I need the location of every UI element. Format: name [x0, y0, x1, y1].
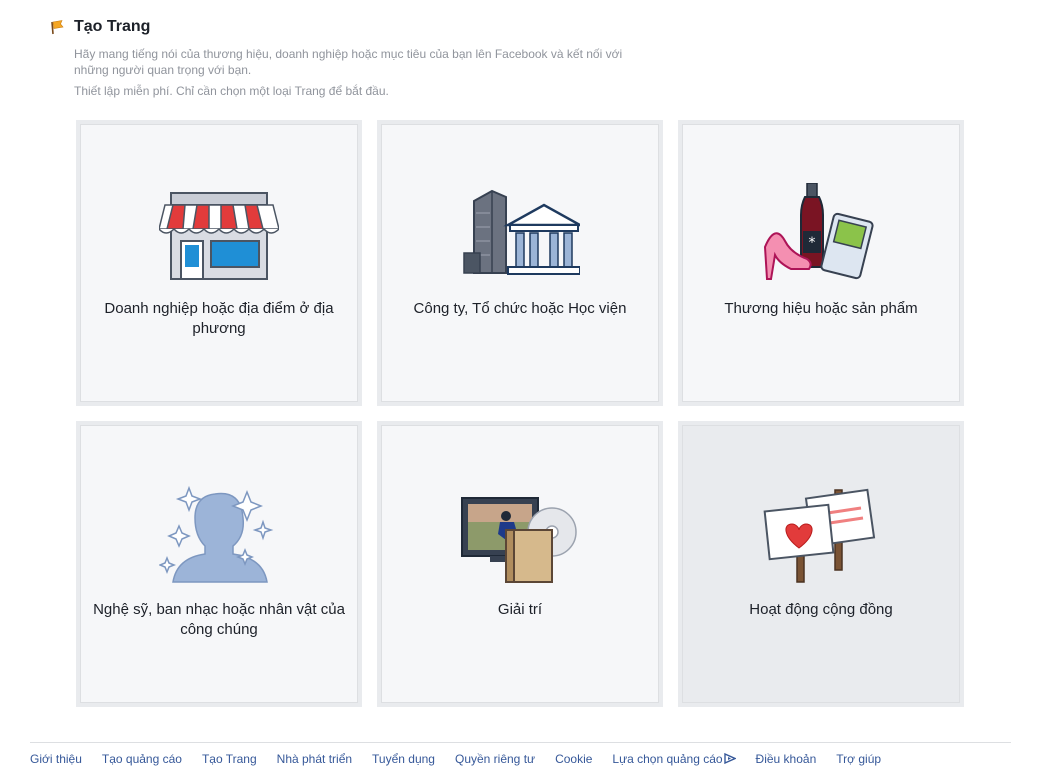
footer-link-create-ad[interactable]: Tạo quảng cáo [102, 752, 182, 766]
flag-icon [50, 19, 66, 35]
category-grid: Doanh nghiệp hoặc địa điểm ở địa phương … [76, 120, 965, 708]
category-label: Thương hiệu hoặc sản phẩm [724, 300, 918, 317]
category-label: Doanh nghiệp hoặc địa điểm ở địa phương [104, 300, 334, 337]
page-subtext: Thiết lập miễn phí. Chỉ cần chọn một loạ… [74, 84, 389, 98]
category-card-public-figure[interactable]: Nghệ sỹ, ban nhạc hoặc nhân vật của công… [76, 421, 362, 707]
storefront-icon [159, 192, 279, 280]
ad-choices-icon [723, 752, 737, 765]
page-header: Tạo Trang Hãy mang tiếng nói của thương … [50, 18, 650, 98]
page-description: Hãy mang tiếng nói của thương hiệu, doan… [74, 47, 623, 77]
buildings-icon [463, 189, 580, 275]
page-title: Tạo Trang [74, 18, 151, 35]
category-label: Hoạt động cộng đồng [749, 601, 893, 618]
entertainment-icon [461, 497, 577, 583]
public-figure-icon [159, 485, 274, 583]
category-label: Công ty, Tổ chức hoặc Học viện [413, 300, 627, 317]
footer-link-cookies[interactable]: Cookie [555, 752, 592, 766]
community-signs-icon [763, 488, 876, 583]
footer-link-terms[interactable]: Điều khoản [756, 752, 817, 766]
ad-choices-label: Lựa chọn quảng cáo [612, 752, 723, 766]
svg-text:*: * [809, 235, 816, 251]
products-icon: * [763, 183, 874, 280]
category-card-company[interactable]: Công ty, Tổ chức hoặc Học viện [377, 120, 663, 406]
footer-links: Giới thiệu Tạo quảng cáo Tạo Trang Nhà p… [30, 742, 1011, 766]
footer-link-privacy[interactable]: Quyền riêng tư [455, 752, 535, 766]
category-label: Nghệ sỹ, ban nhạc hoặc nhân vật của công… [93, 601, 345, 638]
footer-link-create-page[interactable]: Tạo Trang [202, 752, 257, 766]
footer-link-ad-choices[interactable]: Lựa chọn quảng cáo [612, 752, 737, 766]
footer-link-about[interactable]: Giới thiệu [30, 752, 82, 766]
footer-link-careers[interactable]: Tuyển dụng [372, 752, 435, 766]
category-card-entertainment[interactable]: Giải trí [377, 421, 663, 707]
category-label: Giải trí [497, 601, 543, 618]
category-card-local-business[interactable]: Doanh nghiệp hoặc địa điểm ở địa phương [76, 120, 362, 406]
footer-link-help[interactable]: Trợ giúp [836, 752, 881, 766]
category-card-brand-product[interactable]: * Thương hiệu hoặc sản phẩm [678, 120, 964, 406]
footer-link-developers[interactable]: Nhà phát triển [277, 752, 352, 766]
category-card-community[interactable]: Hoạt động cộng đồng [678, 421, 964, 707]
